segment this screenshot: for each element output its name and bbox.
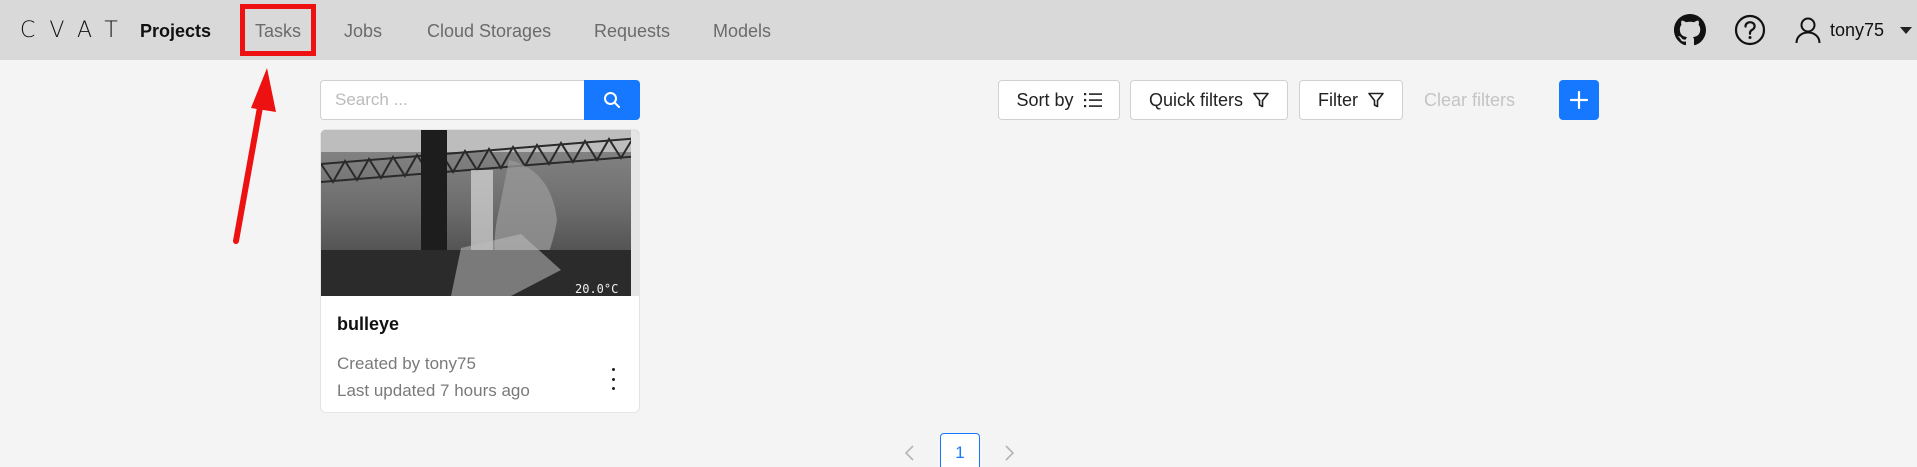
project-preview-image[interactable]: 20.0°C — [321, 130, 639, 296]
nav-models[interactable]: Models — [713, 20, 771, 42]
logo-text: CVAT — [20, 17, 132, 43]
nav-jobs[interactable]: Jobs — [344, 20, 382, 42]
cvat-logo[interactable]: CVAT — [20, 17, 132, 43]
pagination-next-icon[interactable] — [1001, 443, 1017, 463]
sort-list-icon — [1083, 93, 1102, 108]
create-project-button[interactable] — [1559, 80, 1599, 120]
funnel-icon — [1368, 92, 1384, 108]
quick-filters-button[interactable]: Quick filters — [1130, 80, 1288, 120]
search-button[interactable] — [584, 80, 640, 120]
project-name[interactable]: bulleye — [337, 314, 399, 335]
project-card[interactable]: 20.0°C bulleye Created by tony75 Last up… — [320, 129, 640, 413]
funnel-icon — [1253, 92, 1269, 108]
clear-filters-link[interactable]: Clear filters — [1424, 90, 1515, 111]
sort-by-label: Sort by — [1016, 89, 1074, 110]
nav-cloud-storages[interactable]: Cloud Storages — [427, 20, 551, 42]
preview-thermal-image: 20.0°C — [321, 130, 639, 296]
pagination-page-current[interactable]: 1 — [940, 433, 980, 467]
pagination-prev-icon[interactable] — [902, 443, 918, 463]
search-bar — [320, 80, 640, 120]
filter-button[interactable]: Filter — [1299, 80, 1403, 120]
more-actions-icon[interactable] — [605, 368, 621, 390]
sort-by-button[interactable]: Sort by — [998, 80, 1120, 120]
filter-label: Filter — [1318, 89, 1358, 110]
annotation-arrow — [233, 68, 276, 244]
github-icon[interactable] — [1674, 14, 1706, 46]
nav-projects[interactable]: Projects — [140, 20, 211, 42]
caret-down-icon[interactable] — [1900, 27, 1912, 35]
tasks-highlight-box — [240, 4, 316, 56]
preview-temperature-label: 20.0°C — [575, 282, 618, 296]
search-input[interactable] — [320, 80, 584, 120]
username-label[interactable]: tony75 — [1830, 20, 1884, 41]
quick-filters-label: Quick filters — [1148, 89, 1244, 110]
user-icon[interactable] — [1795, 16, 1821, 44]
project-last-updated: Last updated 7 hours ago — [337, 381, 530, 400]
help-icon[interactable] — [1734, 14, 1766, 46]
search-icon — [604, 92, 620, 108]
plus-icon — [1570, 91, 1588, 109]
nav-requests[interactable]: Requests — [594, 20, 670, 42]
project-created-by: Created by tony75 — [337, 354, 476, 373]
